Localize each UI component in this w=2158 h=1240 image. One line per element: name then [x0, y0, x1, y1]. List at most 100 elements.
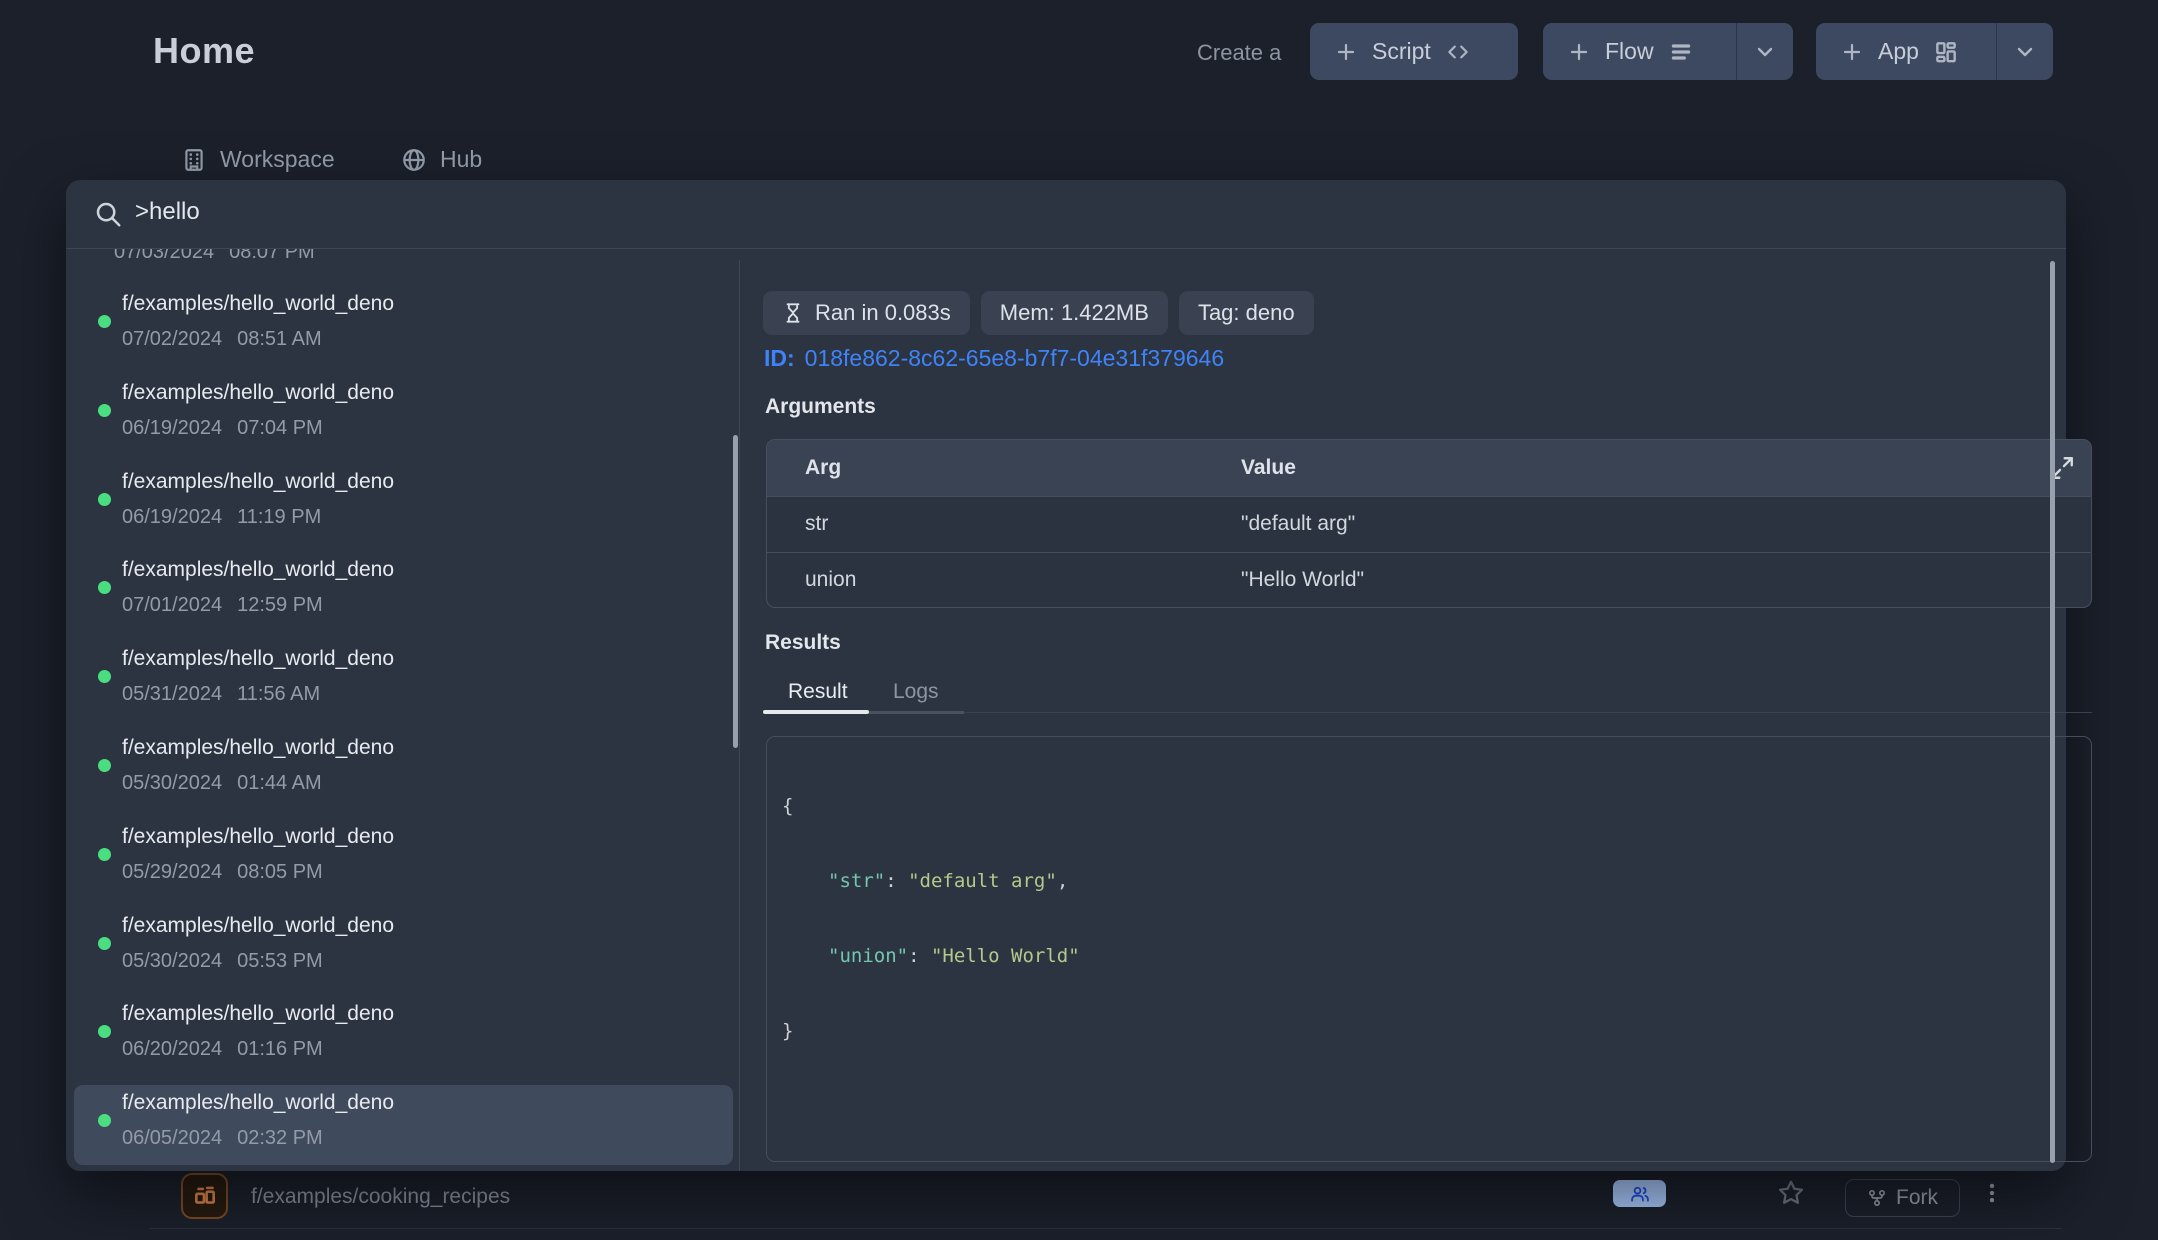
flow-dropdown-caret[interactable]	[1737, 23, 1793, 80]
run-list-item[interactable]: f/examples/hello_world_deno 05/30/202401…	[74, 730, 733, 810]
success-status-dot	[98, 581, 111, 594]
inactive-tab-indicator	[869, 711, 964, 714]
app-dropdown-caret[interactable]	[1997, 23, 2053, 80]
search-icon	[93, 199, 123, 229]
success-status-dot	[98, 1114, 111, 1127]
run-item-timestamp: 05/30/202405:53 PM	[122, 951, 323, 972]
arg-name-cell: str	[805, 512, 828, 536]
run-list-scrollbar[interactable]	[733, 435, 738, 748]
dashboard-icon	[1933, 39, 1959, 65]
run-item-path: f/examples/hello_world_deno	[122, 914, 394, 938]
create-script-button[interactable]: Script	[1310, 23, 1518, 80]
run-list-item[interactable]: f/examples/hello_world_deno 05/31/202411…	[74, 641, 733, 721]
favorite-star-icon[interactable]	[1776, 1178, 1806, 1213]
active-tab-indicator	[763, 710, 869, 714]
arguments-table-header: Arg Value	[767, 440, 2091, 496]
run-item-timestamp: 06/19/202407:04 PM	[122, 418, 323, 439]
arg-value-cell: "default arg"	[1241, 512, 1355, 536]
run-item-path: f/examples/hello_world_deno	[122, 381, 394, 405]
more-options-icon[interactable]	[1979, 1180, 2005, 1211]
json-open-brace: {	[782, 795, 793, 817]
run-item-path: f/examples/hello_world_deno	[122, 292, 394, 316]
success-status-dot	[98, 315, 111, 328]
memory-badge: Mem: 1.422MB	[981, 291, 1168, 335]
run-item-path: f/examples/hello_world_deno	[122, 1091, 394, 1115]
table-row: union "Hello World"	[767, 552, 2091, 608]
results-section-label: Results	[765, 631, 841, 655]
run-id[interactable]: ID: 018fe862-8c62-65e8-b7f7-04e31f379646	[764, 345, 1224, 372]
run-item-path: f/examples/hello_world_deno	[122, 647, 394, 671]
hourglass-icon	[782, 302, 804, 324]
plus-icon	[1334, 40, 1358, 64]
arguments-section-label: Arguments	[765, 395, 876, 419]
row-divider	[150, 1228, 2062, 1229]
shared-users-badge	[1613, 1180, 1666, 1207]
create-script-label: Script	[1372, 38, 1431, 65]
run-item-timestamp: 06/05/202402:32 PM	[122, 1128, 323, 1149]
search-input[interactable]: >hello	[135, 198, 200, 226]
search-modal: >hello 07/03/202408:07 PM f/examples/hel…	[66, 180, 2066, 1171]
run-item-path: f/examples/hello_world_deno	[122, 736, 394, 760]
success-status-dot	[98, 848, 111, 861]
run-item-path: f/examples/hello_world_deno	[122, 825, 394, 849]
users-icon	[1630, 1184, 1650, 1204]
create-flow-split-button[interactable]: Flow	[1543, 23, 1793, 80]
run-list-item[interactable]: f/examples/hello_world_deno 06/19/202407…	[74, 375, 733, 455]
run-list-item[interactable]: f/examples/hello_world_deno 06/19/202411…	[74, 464, 733, 544]
run-item-path: f/examples/hello_world_deno	[122, 1002, 394, 1026]
run-id-value[interactable]: 018fe862-8c62-65e8-b7f7-04e31f379646	[805, 345, 1224, 371]
create-a-label: Create a	[1197, 40, 1281, 66]
arg-column-header: Arg	[805, 456, 841, 480]
tab-logs[interactable]: Logs	[893, 680, 939, 704]
run-list-item[interactable]: f/examples/hello_world_deno 05/30/202405…	[74, 908, 733, 988]
plus-icon	[1840, 40, 1864, 64]
json-entry: "union": "Hello World"	[782, 944, 2091, 969]
value-column-header: Value	[1241, 456, 1296, 480]
success-status-dot	[98, 670, 111, 683]
create-flow-label: Flow	[1605, 38, 1654, 65]
create-app-label: App	[1878, 38, 1919, 65]
tab-workspace[interactable]: Workspace	[181, 146, 335, 173]
modal-scrollbar[interactable]	[2050, 261, 2055, 1163]
tab-workspace-label: Workspace	[220, 146, 335, 173]
tab-result[interactable]: Result	[788, 680, 848, 704]
success-status-dot	[98, 759, 111, 772]
panel-divider	[739, 260, 740, 1171]
chevron-down-icon	[1753, 40, 1777, 64]
run-item-timestamp: 07/02/202408:51 AM	[122, 329, 322, 350]
json-entry: "str": "default arg",	[782, 869, 2091, 894]
windmill-home-page: Home Create a Script Flow	[0, 0, 2158, 1240]
arguments-table: Arg Value str "default arg" union "Hello…	[766, 439, 2092, 608]
run-item-timestamp: 07/01/202412:59 PM	[122, 595, 323, 616]
create-flow-button[interactable]: Flow	[1543, 23, 1736, 80]
run-item-path: f/examples/hello_world_deno	[122, 558, 394, 582]
duration-badge: Ran in 0.083s	[763, 291, 970, 335]
search-bar[interactable]: >hello	[66, 180, 2066, 249]
building-icon	[181, 147, 207, 173]
success-status-dot	[98, 937, 111, 950]
result-json-viewer[interactable]: { "str": "default arg", "union": "Hello …	[766, 736, 2092, 1162]
run-item-timestamp: 05/31/202411:56 AM	[122, 684, 320, 705]
run-list-item[interactable]: f/examples/hello_world_deno 07/02/202408…	[74, 286, 733, 366]
run-item-path: f/examples/hello_world_deno	[122, 470, 394, 494]
flow-bars-icon	[1668, 39, 1694, 65]
run-history-list[interactable]: 07/03/202408:07 PM f/examples/hello_worl…	[66, 249, 739, 1170]
create-app-button[interactable]: App	[1816, 23, 1996, 80]
run-list-item[interactable]: f/examples/hello_world_deno 07/01/202412…	[74, 552, 733, 632]
run-item-timestamp: 06/20/202401:16 PM	[122, 1039, 323, 1060]
run-item-timestamp: 05/30/202401:44 AM	[122, 773, 322, 794]
run-item-timestamp-clipped: 07/03/202408:07 PM	[114, 249, 315, 263]
run-list-item[interactable]: f/examples/hello_world_deno 06/20/202401…	[74, 996, 733, 1076]
run-id-label: ID:	[764, 345, 795, 371]
create-app-split-button[interactable]: App	[1816, 23, 2053, 80]
run-list-item[interactable]: f/examples/hello_world_deno 06/05/202402…	[74, 1085, 733, 1165]
fork-button[interactable]: Fork	[1845, 1179, 1960, 1217]
tab-hub[interactable]: Hub	[401, 146, 482, 173]
plus-icon	[1567, 40, 1591, 64]
globe-icon	[401, 147, 427, 173]
app-item-icon	[181, 1173, 228, 1219]
success-status-dot	[98, 404, 111, 417]
fork-button-label: Fork	[1896, 1186, 1938, 1210]
tag-badge: Tag: deno	[1179, 291, 1314, 335]
run-list-item[interactable]: f/examples/hello_world_deno 05/29/202408…	[74, 819, 733, 899]
